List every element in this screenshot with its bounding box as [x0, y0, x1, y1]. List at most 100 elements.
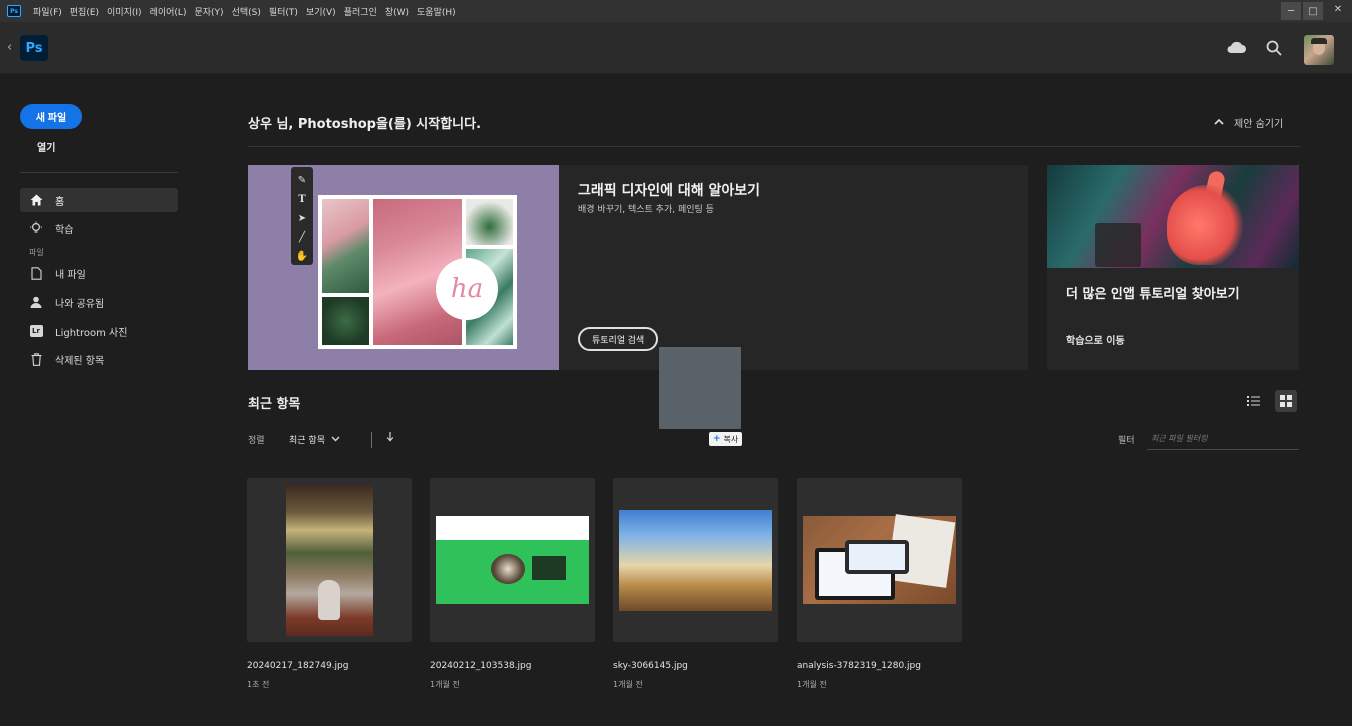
menu-file[interactable]: 파일(F)	[29, 5, 66, 18]
thumbnail-figure	[318, 580, 340, 620]
lightbulb-icon	[29, 221, 43, 235]
hero-illustration: ✎ T ➤ ╱ ✋ ha	[248, 165, 559, 370]
file-name[interactable]: 20240212_103538.jpg	[430, 661, 531, 671]
grid-icon	[1280, 395, 1292, 407]
search-icon[interactable]	[1266, 40, 1282, 56]
open-button[interactable]: 열기	[37, 139, 55, 154]
plus-icon: +	[713, 434, 721, 444]
copy-tooltip: + 복사	[709, 432, 743, 446]
menu-bar: Ps 파일(F) 편집(E) 이미지(I) 레이어(L) 문자(Y) 선택(S)…	[0, 0, 1352, 22]
file-name[interactable]: sky-3066145.jpg	[613, 661, 688, 671]
search-tutorials-button[interactable]: 튜토리얼 검색	[578, 327, 659, 351]
avatar-hat	[1311, 38, 1327, 44]
minimize-button[interactable]: ─	[1281, 2, 1301, 20]
sort-label: 정렬	[248, 436, 265, 446]
menu-select[interactable]: 선택(S)	[228, 5, 265, 18]
sidebar-item-label: 내 파일	[55, 269, 86, 281]
maximize-button[interactable]: □	[1303, 2, 1323, 20]
file-thumbnail	[803, 514, 956, 604]
filter-input[interactable]	[1147, 428, 1299, 450]
file-card[interactable]	[797, 478, 962, 642]
window-controls: ─ □ ✕	[1280, 0, 1352, 22]
collage-tile-leaves	[322, 297, 369, 345]
menu-view[interactable]: 보기(V)	[302, 5, 340, 18]
menu-edit[interactable]: 편집(E)	[66, 5, 103, 18]
menu-layer[interactable]: 레이어(L)	[146, 5, 191, 18]
side-card-title: 더 많은 인앱 튜토리얼 찾아보기	[1066, 287, 1240, 302]
sidebar-divider	[20, 172, 178, 173]
filter-label: 필터	[1118, 436, 1135, 446]
thumbnail-phone-screen	[849, 544, 905, 570]
menu-image[interactable]: 이미지(I)	[103, 5, 146, 18]
files-section-label: 파일	[29, 248, 44, 257]
sidebar-item-lightroom[interactable]: Lr Lightroom 사진	[20, 319, 178, 343]
sidebar-item-deleted[interactable]: 삭제된 항목	[20, 347, 178, 371]
file-thumbnail	[619, 510, 772, 611]
person-icon	[29, 295, 43, 309]
file-thumbnail	[436, 516, 589, 604]
sort-direction-icon[interactable]	[386, 432, 394, 445]
more-tutorials-card[interactable]: 더 많은 인앱 튜토리얼 찾아보기 학습으로 이동	[1047, 165, 1299, 370]
lightroom-icon: Lr	[29, 324, 43, 338]
list-view-button[interactable]	[1242, 390, 1264, 412]
file-card[interactable]	[247, 478, 412, 642]
file-card[interactable]	[613, 478, 778, 642]
header-divider	[248, 146, 1300, 147]
sidebar-item-label: 학습	[55, 224, 74, 236]
new-file-button[interactable]: 새 파일	[20, 104, 82, 129]
menu-plugins[interactable]: 플러그인	[340, 5, 381, 18]
chevron-up-icon	[1214, 117, 1224, 128]
recent-section-title: 최근 항목	[248, 397, 301, 412]
type-tool-icon: T	[298, 194, 306, 205]
file-time: 1개월 전	[430, 680, 460, 689]
thumbnail-box	[532, 556, 566, 580]
sidebar-item-shared[interactable]: 나와 공유됨	[20, 290, 178, 314]
pen-tool-icon: ✎	[297, 175, 307, 186]
list-icon	[1246, 396, 1260, 406]
file-time: 1개월 전	[797, 680, 827, 689]
sidebar-item-learn[interactable]: 학습	[20, 216, 178, 240]
menu-window[interactable]: 창(W)	[381, 5, 413, 18]
hero-title: 그래픽 디자인에 대해 알아보기	[578, 183, 761, 199]
file-name[interactable]: 20240217_182749.jpg	[247, 661, 348, 671]
lightroom-badge: Lr	[29, 325, 43, 337]
line-tool-icon: ╱	[298, 232, 306, 243]
collage-tile-cactus	[322, 199, 369, 293]
menu-type[interactable]: 문자(Y)	[190, 5, 227, 18]
thumbnail-phone	[845, 540, 909, 574]
thumbnail-clock	[491, 554, 525, 584]
page-title: 상우 님, Photoshop을(를) 시작합니다.	[248, 117, 482, 132]
file-card[interactable]	[430, 478, 595, 642]
sort-dropdown[interactable]: 최근 항목	[289, 433, 340, 446]
file-thumbnail	[286, 485, 373, 636]
grid-view-button[interactable]	[1275, 390, 1297, 412]
menu-filter[interactable]: 필터(T)	[265, 5, 302, 18]
sidebar-item-label: 나와 공유됨	[55, 298, 105, 310]
photoshop-home-window: Ps 파일(F) 편집(E) 이미지(I) 레이어(L) 문자(Y) 선택(S)…	[0, 0, 1352, 726]
cloud-icon[interactable]	[1226, 40, 1246, 54]
hide-suggestions-button[interactable]: 제안 숨기기	[1214, 115, 1283, 130]
learn-graphic-design-card[interactable]: ✎ T ➤ ╱ ✋ ha 그래픽 디자인에 대해 알아보기 배경 바꾸기, 텍스…	[248, 165, 1028, 370]
close-button[interactable]: ✕	[1324, 0, 1352, 18]
sidebar: 새 파일 열기 홈 학습 파일 내 파일 나와 공유됨 Lr Lightroom…	[0, 75, 200, 726]
file-name[interactable]: analysis-3782319_1280.jpg	[797, 661, 921, 671]
flamingo-body	[1167, 185, 1247, 265]
tool-strip: ✎ T ➤ ╱ ✋	[291, 167, 313, 265]
go-to-learn-link[interactable]: 학습으로 이동	[1066, 332, 1125, 347]
chevron-down-icon	[331, 435, 340, 445]
copy-tooltip-label: 복사	[723, 434, 739, 444]
avatar[interactable]	[1304, 35, 1334, 65]
document-icon	[29, 266, 43, 280]
sidebar-item-label: Lightroom 사진	[55, 327, 128, 339]
move-tool-icon: ➤	[297, 213, 307, 224]
app-icon: Ps	[7, 5, 21, 17]
hand-tool-icon: ✋	[295, 251, 309, 262]
sort-value: 최근 항목	[289, 436, 325, 446]
sidebar-item-my-files[interactable]: 내 파일	[20, 261, 178, 285]
sidebar-item-home[interactable]: 홈	[20, 188, 178, 212]
trash-icon	[29, 352, 43, 366]
file-time: 1초 전	[247, 680, 270, 689]
photoshop-logo: Ps	[20, 35, 48, 61]
menu-help[interactable]: 도움말(H)	[413, 5, 460, 18]
chevron-left-icon[interactable]: ‹	[7, 40, 12, 55]
